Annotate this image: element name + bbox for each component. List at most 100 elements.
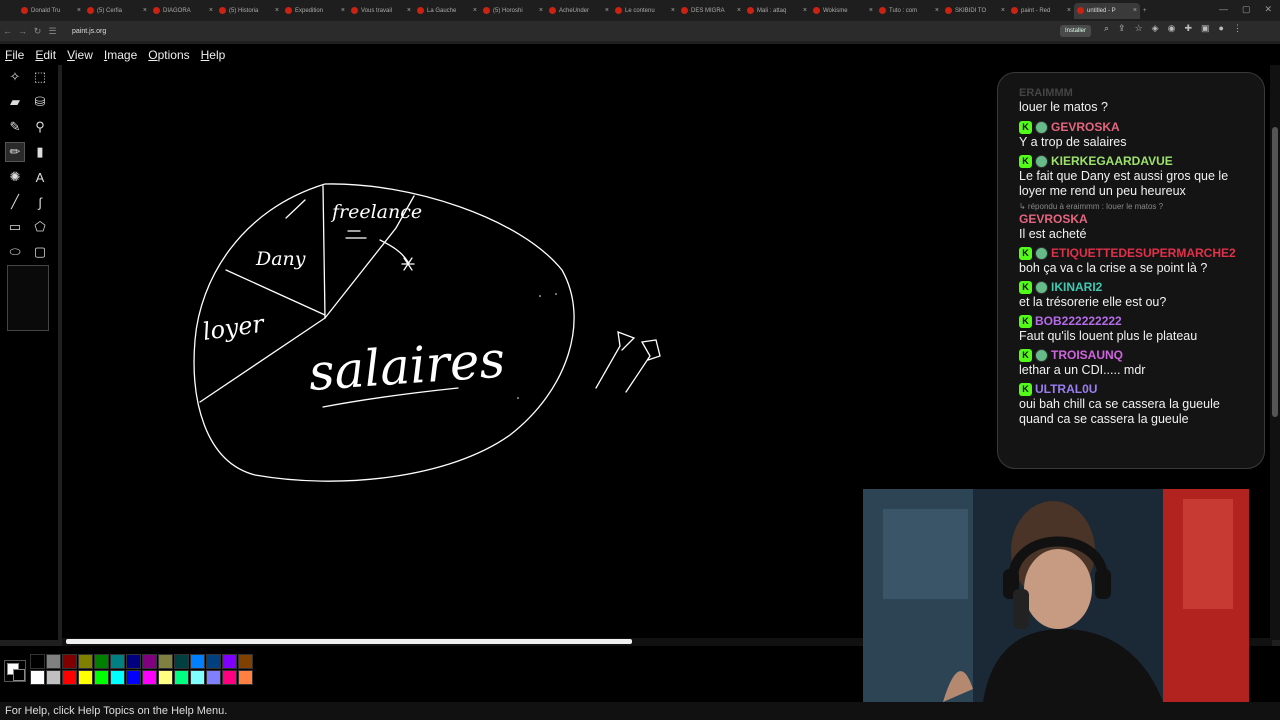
- new-tab-icon[interactable]: +: [1140, 3, 1156, 19]
- tab-close-icon[interactable]: ×: [1067, 7, 1071, 14]
- menu-file[interactable]: File: [5, 48, 24, 62]
- forward-icon[interactable]: →: [15, 26, 30, 36]
- ellipse-icon[interactable]: ⬭: [5, 242, 25, 262]
- curve-icon[interactable]: ∫: [30, 192, 50, 212]
- airbrush-icon[interactable]: ✺: [5, 167, 25, 187]
- browser-tab[interactable]: La Gauche ×: [414, 3, 480, 19]
- extension-icon[interactable]: ◈: [1152, 23, 1159, 34]
- browser-tab[interactable]: DIAGORA ×: [150, 3, 216, 19]
- browser-tab[interactable]: AcheUnder ×: [546, 3, 612, 19]
- palette-swatch[interactable]: [222, 670, 237, 685]
- tab-close-icon[interactable]: ×: [209, 7, 213, 14]
- palette-swatch[interactable]: [206, 670, 221, 685]
- current-colors[interactable]: [4, 660, 26, 682]
- palette-swatch[interactable]: [190, 670, 205, 685]
- menu-view[interactable]: View: [67, 48, 93, 62]
- palette-swatch[interactable]: [174, 654, 189, 669]
- menu-edit[interactable]: Edit: [35, 48, 56, 62]
- chat-username[interactable]: KIERKEGAARDAVUE: [1051, 154, 1173, 168]
- rect-select-icon[interactable]: ⬚: [30, 67, 50, 87]
- browser-tab[interactable]: Wokisme ×: [810, 3, 876, 19]
- tool-options-box[interactable]: [7, 265, 49, 331]
- scroll-thumb[interactable]: [1272, 127, 1278, 417]
- magnifier-icon[interactable]: ⚲: [30, 117, 50, 137]
- palette-swatch[interactable]: [174, 670, 189, 685]
- palette-swatch[interactable]: [78, 654, 93, 669]
- browser-tab[interactable]: (5) Cerfia ×: [84, 3, 150, 19]
- chat-username[interactable]: ETIQUETTEDESUPERMARCHE2: [1051, 246, 1236, 260]
- scroll-thumb[interactable]: [66, 639, 632, 644]
- palette-swatch[interactable]: [142, 654, 157, 669]
- chat-username[interactable]: BOB222222222: [1035, 314, 1122, 328]
- browser-tab[interactable]: (5) Horoshi ×: [480, 3, 546, 19]
- reload-icon[interactable]: ↻: [30, 26, 45, 37]
- browser-tab[interactable]: Expedition ×: [282, 3, 348, 19]
- vertical-scrollbar[interactable]: [1270, 65, 1280, 640]
- install-button[interactable]: Installer: [1060, 25, 1092, 37]
- minimize-icon[interactable]: —: [1219, 4, 1228, 15]
- free-select-icon[interactable]: ✧: [5, 67, 25, 87]
- chat-username[interactable]: TROISAUNQ: [1051, 348, 1123, 362]
- tab-close-icon[interactable]: ×: [341, 7, 345, 14]
- menu-options[interactable]: Options: [148, 48, 189, 62]
- polygon-icon[interactable]: ⬠: [30, 217, 50, 237]
- palette-swatch[interactable]: [110, 670, 125, 685]
- browser-tab[interactable]: untitled - P ×: [1074, 2, 1140, 19]
- palette-swatch[interactable]: [238, 654, 253, 669]
- palette-swatch[interactable]: [126, 670, 141, 685]
- menu-dots-icon[interactable]: ⋮: [1233, 23, 1242, 34]
- palette-swatch[interactable]: [30, 670, 45, 685]
- palette-swatch[interactable]: [46, 654, 61, 669]
- tab-close-icon[interactable]: ×: [1001, 7, 1005, 14]
- tab-close-icon[interactable]: ×: [671, 7, 675, 14]
- chat-username[interactable]: GEVROSKA: [1019, 212, 1088, 226]
- line-icon[interactable]: ╱: [5, 192, 25, 212]
- tab-close-icon[interactable]: ×: [77, 7, 81, 14]
- browser-tab[interactable]: paint - Red ×: [1008, 3, 1074, 19]
- fill-bucket-icon[interactable]: ⛁: [30, 92, 50, 112]
- palette-swatch[interactable]: [142, 670, 157, 685]
- palette-swatch[interactable]: [62, 654, 77, 669]
- browser-tab[interactable]: SKIBIDI TO ×: [942, 3, 1008, 19]
- browser-tab[interactable]: Donald Tru ×: [18, 3, 84, 19]
- eraser-icon[interactable]: ▰: [5, 92, 25, 112]
- tab-close-icon[interactable]: ×: [473, 7, 477, 14]
- palette-swatch[interactable]: [222, 654, 237, 669]
- zoom-icon[interactable]: ⌕: [1104, 23, 1109, 34]
- maximize-icon[interactable]: ▢: [1242, 4, 1251, 15]
- tab-close-icon[interactable]: ×: [1133, 7, 1137, 14]
- palette-swatch[interactable]: [238, 670, 253, 685]
- tab-close-icon[interactable]: ×: [539, 7, 543, 14]
- browser-tab[interactable]: Le contenu ×: [612, 3, 678, 19]
- palette-swatch[interactable]: [94, 670, 109, 685]
- brush-icon[interactable]: ▮: [30, 142, 50, 162]
- chat-username[interactable]: GEVROSKA: [1051, 120, 1120, 134]
- color-picker-icon[interactable]: ✎: [5, 117, 25, 137]
- palette-swatch[interactable]: [126, 654, 141, 669]
- palette-swatch[interactable]: [46, 670, 61, 685]
- rounded-rect-icon[interactable]: ▢: [30, 242, 50, 262]
- tab-close-icon[interactable]: ×: [803, 7, 807, 14]
- palette-swatch[interactable]: [190, 654, 205, 669]
- palette-swatch[interactable]: [78, 670, 93, 685]
- menu-image[interactable]: Image: [104, 48, 137, 62]
- browser-tab[interactable]: Mali : attaq ×: [744, 3, 810, 19]
- profile-icon[interactable]: ●: [1219, 23, 1224, 34]
- tab-close-icon[interactable]: ×: [407, 7, 411, 14]
- palette-swatch[interactable]: [158, 654, 173, 669]
- menu-help[interactable]: Help: [201, 48, 226, 62]
- share-icon[interactable]: ⇪: [1118, 23, 1126, 34]
- rectangle-icon[interactable]: ▭: [5, 217, 25, 237]
- browser-tab[interactable]: (5) Historia ×: [216, 3, 282, 19]
- chat-username[interactable]: ULTRAL0U: [1035, 382, 1097, 396]
- site-info-icon[interactable]: ☰: [45, 26, 60, 37]
- url-text[interactable]: paint.js.org: [72, 28, 106, 35]
- palette-swatch[interactable]: [30, 654, 45, 669]
- tab-close-icon[interactable]: ×: [143, 7, 147, 14]
- back-icon[interactable]: ←: [0, 26, 15, 36]
- pencil-icon[interactable]: ✏: [5, 142, 25, 162]
- tab-close-icon[interactable]: ×: [869, 7, 873, 14]
- extension-icon[interactable]: ◉: [1168, 23, 1176, 34]
- palette-swatch[interactable]: [158, 670, 173, 685]
- tab-close-icon[interactable]: ×: [737, 7, 741, 14]
